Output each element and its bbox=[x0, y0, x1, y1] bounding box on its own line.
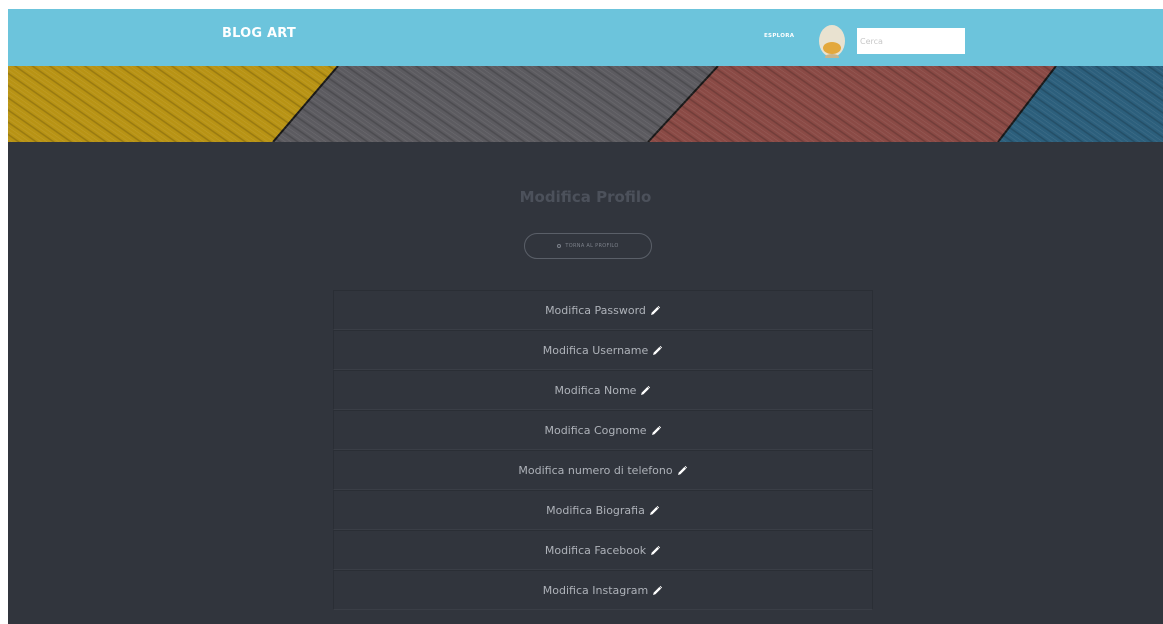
header-banner-image bbox=[8, 65, 1163, 143]
edit-option-item[interactable]: Modifica numero di telefono bbox=[333, 450, 873, 490]
pencil-icon bbox=[651, 545, 661, 555]
edit-option-item[interactable]: Modifica Nome bbox=[333, 370, 873, 410]
avatar-icon bbox=[819, 25, 845, 60]
back-to-profile-button[interactable]: TORNA AL PROFILO bbox=[524, 233, 652, 259]
brand-logo-link[interactable]: BLOG ART bbox=[222, 26, 296, 41]
edit-option-label: Modifica Nome bbox=[554, 383, 637, 397]
edit-option-item[interactable]: Modifica Facebook bbox=[333, 530, 873, 570]
user-avatar[interactable] bbox=[818, 24, 846, 60]
edit-option-label: Modifica numero di telefono bbox=[518, 463, 673, 477]
edit-options-list: Modifica Password Modifica Username Modifi… bbox=[333, 290, 873, 610]
banner-wood-pattern bbox=[8, 65, 1163, 143]
back-icon bbox=[557, 244, 562, 248]
top-navbar: BLOG ART ESPLORA bbox=[8, 9, 1163, 66]
edit-option-item[interactable]: Modifica Username bbox=[333, 330, 873, 370]
edit-option-label: Modifica Biografia bbox=[546, 503, 645, 517]
explore-link[interactable]: ESPLORA bbox=[764, 33, 794, 39]
page-title: Modifica Profilo bbox=[519, 188, 652, 206]
pencil-icon bbox=[649, 505, 659, 515]
edit-option-item[interactable]: Modifica Cognome bbox=[333, 410, 873, 450]
edit-option-item[interactable]: Modifica Password bbox=[333, 290, 873, 330]
back-button-label: TORNA AL PROFILO bbox=[565, 243, 619, 249]
page-frame: BLOG ART ESPLORA Cerca Modifica Profilo … bbox=[8, 9, 1163, 624]
edit-option-item[interactable]: Modifica Instagram bbox=[333, 570, 873, 610]
edit-option-label: Modifica Cognome bbox=[544, 423, 647, 437]
pencil-icon bbox=[641, 385, 651, 395]
edit-option-label: Modifica Instagram bbox=[542, 583, 649, 597]
search-input[interactable] bbox=[857, 28, 965, 54]
pencil-icon bbox=[651, 425, 661, 435]
pencil-icon bbox=[650, 305, 661, 315]
edit-option-item[interactable]: Modifica Biografia bbox=[333, 490, 873, 530]
edit-option-label: Modifica Password bbox=[545, 303, 646, 317]
edit-option-label: Modifica Username bbox=[542, 343, 649, 357]
edit-option-label: Modifica Facebook bbox=[544, 543, 647, 557]
pencil-icon bbox=[677, 465, 687, 475]
pencil-icon bbox=[653, 345, 663, 355]
pencil-icon bbox=[653, 585, 663, 595]
